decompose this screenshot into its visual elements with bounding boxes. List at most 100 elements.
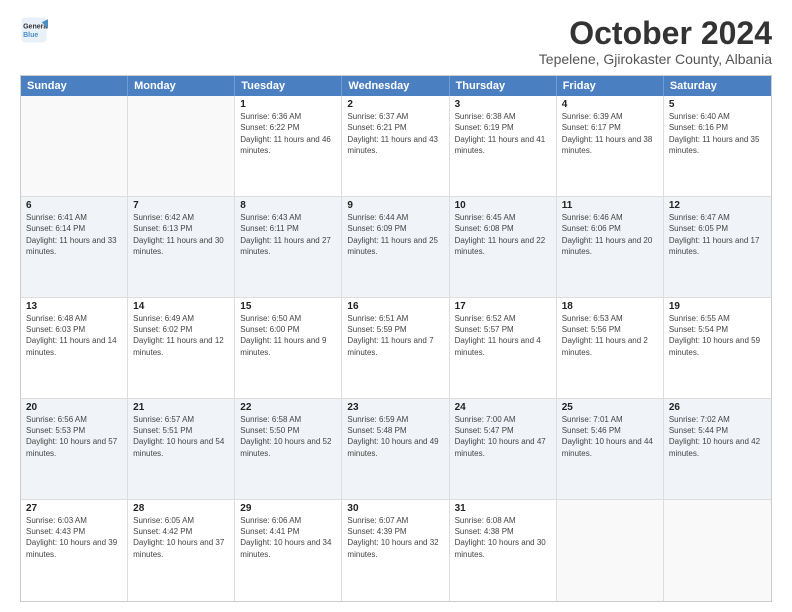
calendar-cell: 3Sunrise: 6:38 AM Sunset: 6:19 PM Daylig…: [450, 96, 557, 196]
cell-day-number: 10: [455, 200, 551, 211]
day-header-sunday: Sunday: [21, 76, 128, 96]
calendar-cell: 5Sunrise: 6:40 AM Sunset: 6:16 PM Daylig…: [664, 96, 771, 196]
day-header-wednesday: Wednesday: [342, 76, 449, 96]
cell-info: Sunrise: 6:52 AM Sunset: 5:57 PM Dayligh…: [455, 313, 551, 358]
calendar: SundayMondayTuesdayWednesdayThursdayFrid…: [20, 75, 772, 602]
calendar-cell: 8Sunrise: 6:43 AM Sunset: 6:11 PM Daylig…: [235, 197, 342, 297]
cell-info: Sunrise: 6:49 AM Sunset: 6:02 PM Dayligh…: [133, 313, 229, 358]
calendar-row: 1Sunrise: 6:36 AM Sunset: 6:22 PM Daylig…: [21, 96, 771, 197]
calendar-cell: 1Sunrise: 6:36 AM Sunset: 6:22 PM Daylig…: [235, 96, 342, 196]
cell-day-number: 15: [240, 301, 336, 312]
day-header-friday: Friday: [557, 76, 664, 96]
cell-info: Sunrise: 6:59 AM Sunset: 5:48 PM Dayligh…: [347, 414, 443, 459]
cell-info: Sunrise: 6:39 AM Sunset: 6:17 PM Dayligh…: [562, 111, 658, 156]
cell-info: Sunrise: 6:40 AM Sunset: 6:16 PM Dayligh…: [669, 111, 766, 156]
calendar-cell: 7Sunrise: 6:42 AM Sunset: 6:13 PM Daylig…: [128, 197, 235, 297]
calendar-cell: 18Sunrise: 6:53 AM Sunset: 5:56 PM Dayli…: [557, 298, 664, 398]
calendar-cell: [557, 500, 664, 601]
cell-day-number: 25: [562, 402, 658, 413]
cell-day-number: 18: [562, 301, 658, 312]
calendar-cell: 12Sunrise: 6:47 AM Sunset: 6:05 PM Dayli…: [664, 197, 771, 297]
cell-day-number: 27: [26, 503, 122, 514]
calendar-cell: 4Sunrise: 6:39 AM Sunset: 6:17 PM Daylig…: [557, 96, 664, 196]
cell-info: Sunrise: 6:36 AM Sunset: 6:22 PM Dayligh…: [240, 111, 336, 156]
day-header-monday: Monday: [128, 76, 235, 96]
cell-info: Sunrise: 6:38 AM Sunset: 6:19 PM Dayligh…: [455, 111, 551, 156]
cell-info: Sunrise: 6:55 AM Sunset: 5:54 PM Dayligh…: [669, 313, 766, 358]
cell-day-number: 2: [347, 99, 443, 110]
cell-info: Sunrise: 6:53 AM Sunset: 5:56 PM Dayligh…: [562, 313, 658, 358]
page: General Blue October 2024 Tepelene, Gjir…: [0, 0, 792, 612]
location-title: Tepelene, Gjirokaster County, Albania: [539, 51, 772, 67]
calendar-cell: 13Sunrise: 6:48 AM Sunset: 6:03 PM Dayli…: [21, 298, 128, 398]
calendar-cell: 31Sunrise: 6:08 AM Sunset: 4:38 PM Dayli…: [450, 500, 557, 601]
cell-day-number: 20: [26, 402, 122, 413]
cell-info: Sunrise: 6:07 AM Sunset: 4:39 PM Dayligh…: [347, 515, 443, 560]
calendar-row: 27Sunrise: 6:03 AM Sunset: 4:43 PM Dayli…: [21, 500, 771, 601]
month-title: October 2024: [539, 16, 772, 51]
cell-info: Sunrise: 6:37 AM Sunset: 6:21 PM Dayligh…: [347, 111, 443, 156]
cell-day-number: 9: [347, 200, 443, 211]
cell-info: Sunrise: 6:57 AM Sunset: 5:51 PM Dayligh…: [133, 414, 229, 459]
calendar-cell: 28Sunrise: 6:05 AM Sunset: 4:42 PM Dayli…: [128, 500, 235, 601]
cell-day-number: 22: [240, 402, 336, 413]
calendar-cell: 14Sunrise: 6:49 AM Sunset: 6:02 PM Dayli…: [128, 298, 235, 398]
cell-day-number: 23: [347, 402, 443, 413]
cell-day-number: 31: [455, 503, 551, 514]
day-header-thursday: Thursday: [450, 76, 557, 96]
cell-info: Sunrise: 6:06 AM Sunset: 4:41 PM Dayligh…: [240, 515, 336, 560]
calendar-cell: 21Sunrise: 6:57 AM Sunset: 5:51 PM Dayli…: [128, 399, 235, 499]
calendar-cell: 10Sunrise: 6:45 AM Sunset: 6:08 PM Dayli…: [450, 197, 557, 297]
cell-day-number: 8: [240, 200, 336, 211]
cell-day-number: 6: [26, 200, 122, 211]
svg-text:Blue: Blue: [23, 32, 38, 39]
cell-info: Sunrise: 6:41 AM Sunset: 6:14 PM Dayligh…: [26, 212, 122, 257]
calendar-row: 13Sunrise: 6:48 AM Sunset: 6:03 PM Dayli…: [21, 298, 771, 399]
calendar-cell: 17Sunrise: 6:52 AM Sunset: 5:57 PM Dayli…: [450, 298, 557, 398]
cell-day-number: 12: [669, 200, 766, 211]
calendar-cell: [21, 96, 128, 196]
cell-info: Sunrise: 6:51 AM Sunset: 5:59 PM Dayligh…: [347, 313, 443, 358]
cell-day-number: 4: [562, 99, 658, 110]
calendar-cell: 22Sunrise: 6:58 AM Sunset: 5:50 PM Dayli…: [235, 399, 342, 499]
day-header-saturday: Saturday: [664, 76, 771, 96]
calendar-row: 6Sunrise: 6:41 AM Sunset: 6:14 PM Daylig…: [21, 197, 771, 298]
cell-info: Sunrise: 6:46 AM Sunset: 6:06 PM Dayligh…: [562, 212, 658, 257]
cell-day-number: 1: [240, 99, 336, 110]
calendar-cell: 27Sunrise: 6:03 AM Sunset: 4:43 PM Dayli…: [21, 500, 128, 601]
cell-day-number: 5: [669, 99, 766, 110]
cell-info: Sunrise: 6:56 AM Sunset: 5:53 PM Dayligh…: [26, 414, 122, 459]
calendar-cell: 6Sunrise: 6:41 AM Sunset: 6:14 PM Daylig…: [21, 197, 128, 297]
calendar-cell: 9Sunrise: 6:44 AM Sunset: 6:09 PM Daylig…: [342, 197, 449, 297]
cell-day-number: 3: [455, 99, 551, 110]
calendar-cell: 30Sunrise: 6:07 AM Sunset: 4:39 PM Dayli…: [342, 500, 449, 601]
cell-day-number: 19: [669, 301, 766, 312]
calendar-cell: 23Sunrise: 6:59 AM Sunset: 5:48 PM Dayli…: [342, 399, 449, 499]
calendar-row: 20Sunrise: 6:56 AM Sunset: 5:53 PM Dayli…: [21, 399, 771, 500]
calendar-cell: 2Sunrise: 6:37 AM Sunset: 6:21 PM Daylig…: [342, 96, 449, 196]
calendar-cell: [128, 96, 235, 196]
calendar-cell: 24Sunrise: 7:00 AM Sunset: 5:47 PM Dayli…: [450, 399, 557, 499]
calendar-cell: 15Sunrise: 6:50 AM Sunset: 6:00 PM Dayli…: [235, 298, 342, 398]
calendar-cell: 20Sunrise: 6:56 AM Sunset: 5:53 PM Dayli…: [21, 399, 128, 499]
cell-info: Sunrise: 6:05 AM Sunset: 4:42 PM Dayligh…: [133, 515, 229, 560]
calendar-cell: 25Sunrise: 7:01 AM Sunset: 5:46 PM Dayli…: [557, 399, 664, 499]
cell-day-number: 17: [455, 301, 551, 312]
cell-info: Sunrise: 7:01 AM Sunset: 5:46 PM Dayligh…: [562, 414, 658, 459]
cell-info: Sunrise: 6:58 AM Sunset: 5:50 PM Dayligh…: [240, 414, 336, 459]
calendar-cell: 19Sunrise: 6:55 AM Sunset: 5:54 PM Dayli…: [664, 298, 771, 398]
logo: General Blue: [20, 16, 48, 44]
calendar-cell: 29Sunrise: 6:06 AM Sunset: 4:41 PM Dayli…: [235, 500, 342, 601]
cell-day-number: 16: [347, 301, 443, 312]
cell-info: Sunrise: 6:50 AM Sunset: 6:00 PM Dayligh…: [240, 313, 336, 358]
logo-icon: General Blue: [20, 16, 48, 44]
cell-day-number: 30: [347, 503, 443, 514]
calendar-cell: 16Sunrise: 6:51 AM Sunset: 5:59 PM Dayli…: [342, 298, 449, 398]
cell-day-number: 29: [240, 503, 336, 514]
cell-day-number: 14: [133, 301, 229, 312]
cell-info: Sunrise: 6:03 AM Sunset: 4:43 PM Dayligh…: [26, 515, 122, 560]
cell-day-number: 21: [133, 402, 229, 413]
cell-info: Sunrise: 7:00 AM Sunset: 5:47 PM Dayligh…: [455, 414, 551, 459]
calendar-cell: 26Sunrise: 7:02 AM Sunset: 5:44 PM Dayli…: [664, 399, 771, 499]
cell-day-number: 24: [455, 402, 551, 413]
